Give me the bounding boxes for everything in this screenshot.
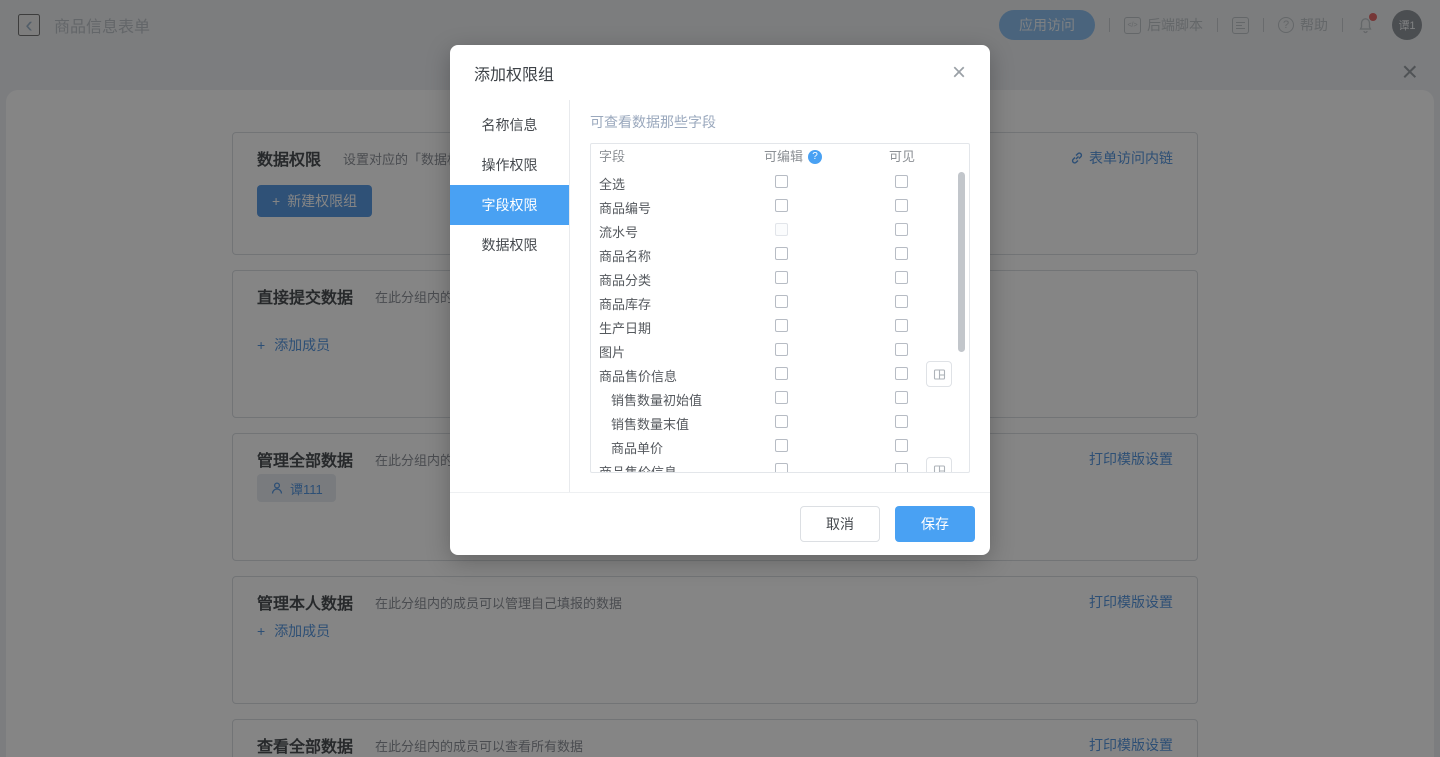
field-label: 流水号 (599, 222, 638, 241)
editable-checkbox-disabled (775, 223, 788, 236)
editable-checkbox[interactable] (775, 319, 788, 332)
column-field: 字段 (599, 144, 625, 170)
field-label: 商品售价信息 (599, 366, 677, 385)
visible-checkbox[interactable] (895, 343, 908, 356)
visible-checkbox[interactable] (895, 415, 908, 428)
editable-checkbox[interactable] (775, 271, 788, 284)
table-row: 商品分类 (591, 266, 969, 290)
table-row: 销售数量末值 (591, 410, 969, 434)
field-permission-panel: 可查看数据那些字段 字段 可编辑 ? 可见 全选 商品编号 (570, 100, 990, 492)
column-visible: 可见 (889, 144, 915, 170)
editable-checkbox[interactable] (775, 391, 788, 404)
table-header: 字段 可编辑 ? 可见 (591, 144, 969, 170)
field-table: 字段 可编辑 ? 可见 全选 商品编号 (590, 143, 970, 473)
field-label: 全选 (599, 174, 625, 193)
field-label: 生产日期 (599, 318, 651, 337)
editable-checkbox[interactable] (775, 295, 788, 308)
table-row: 商品编号 (591, 194, 969, 218)
tab-name-info[interactable]: 名称信息 (450, 105, 569, 145)
cancel-button[interactable]: 取消 (800, 506, 880, 542)
table-row: 销售数量初始值 (591, 386, 969, 410)
editable-checkbox[interactable] (775, 367, 788, 380)
field-label: 商品名称 (599, 246, 651, 265)
table-row: 商品单价 (591, 434, 969, 458)
visible-checkbox[interactable] (895, 223, 908, 236)
visible-checkbox[interactable] (895, 391, 908, 404)
tab-operation-permission[interactable]: 操作权限 (450, 145, 569, 185)
column-editable: 可编辑 (764, 144, 803, 170)
table-row: 商品售价信息 (591, 458, 969, 473)
table-layout-icon (933, 368, 946, 381)
table-row: 商品名称 (591, 242, 969, 266)
visible-checkbox[interactable] (895, 175, 908, 188)
editable-checkbox[interactable] (775, 199, 788, 212)
dialog-title: 添加权限组 (474, 61, 554, 85)
table-layout-icon (933, 464, 946, 474)
field-label: 商品分类 (599, 270, 651, 289)
field-label: 销售数量初始值 (611, 390, 702, 409)
save-button[interactable]: 保存 (895, 506, 975, 542)
field-label: 图片 (599, 342, 625, 361)
dialog-footer: 取消 保存 (450, 492, 990, 554)
visible-checkbox[interactable] (895, 295, 908, 308)
field-label: 商品编号 (599, 198, 651, 217)
table-row: 商品库存 (591, 290, 969, 314)
field-label: 销售数量末值 (611, 414, 689, 433)
field-label: 商品库存 (599, 294, 651, 313)
table-row: 商品售价信息 (591, 362, 969, 386)
dialog-close-button[interactable]: × (952, 61, 966, 85)
editable-checkbox[interactable] (775, 439, 788, 452)
subform-view-button[interactable] (926, 457, 952, 473)
editable-checkbox[interactable] (775, 247, 788, 260)
visible-checkbox[interactable] (895, 271, 908, 284)
field-label: 商品售价信息 (599, 462, 677, 473)
table-row: 流水号 (591, 218, 969, 242)
editable-checkbox[interactable] (775, 343, 788, 356)
editable-checkbox[interactable] (775, 175, 788, 188)
add-permission-group-dialog: 添加权限组 × 名称信息 操作权限 字段权限 数据权限 可查看数据那些字段 字段… (450, 45, 990, 555)
close-icon: × (952, 59, 966, 86)
visible-checkbox[interactable] (895, 463, 908, 473)
panel-label: 可查看数据那些字段 (590, 112, 970, 132)
visible-checkbox[interactable] (895, 439, 908, 452)
visible-checkbox[interactable] (895, 199, 908, 212)
subform-view-button[interactable] (926, 361, 952, 387)
table-scrollbar-thumb[interactable] (958, 172, 965, 352)
table-row: 全选 (591, 170, 969, 194)
tab-data-permission[interactable]: 数据权限 (450, 225, 569, 265)
table-row: 生产日期 (591, 314, 969, 338)
table-row: 图片 (591, 338, 969, 362)
visible-checkbox[interactable] (895, 367, 908, 380)
field-label: 商品单价 (611, 438, 663, 457)
dialog-header: 添加权限组 × (450, 45, 990, 100)
editable-checkbox[interactable] (775, 463, 788, 473)
visible-checkbox[interactable] (895, 247, 908, 260)
visible-checkbox[interactable] (895, 319, 908, 332)
editable-checkbox[interactable] (775, 415, 788, 428)
dialog-body: 名称信息 操作权限 字段权限 数据权限 可查看数据那些字段 字段 可编辑 ? 可… (450, 100, 990, 492)
tab-field-permission[interactable]: 字段权限 (450, 185, 569, 225)
dialog-tabs: 名称信息 操作权限 字段权限 数据权限 (450, 100, 570, 492)
help-question-icon[interactable]: ? (808, 150, 822, 164)
